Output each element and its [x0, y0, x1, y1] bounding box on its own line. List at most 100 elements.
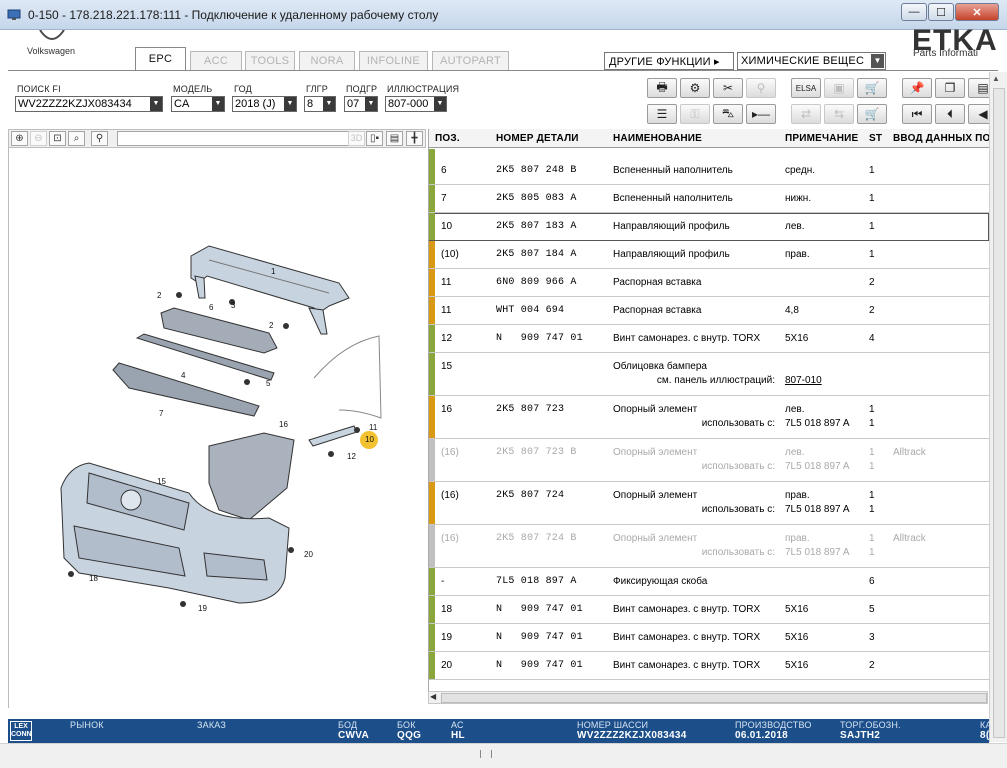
search-field[interactable]: WV2ZZZ2KZJX083434 ▼: [15, 96, 163, 112]
list-button[interactable]: ☰: [647, 104, 677, 124]
col-note[interactable]: ПРИМЕЧАНИЕ: [785, 133, 858, 144]
vehicle-button[interactable]: ⛍: [713, 104, 743, 124]
elsa-button[interactable]: ELSA: [791, 78, 821, 98]
table-row[interactable]: 12 N 909 747 01 Винт самонарез. с внутр. T…: [429, 325, 989, 353]
magnifier-button[interactable]: ⚲: [91, 131, 108, 146]
callout-label[interactable]: 2: [269, 321, 274, 330]
layout-full-button[interactable]: ╋: [406, 131, 423, 146]
callout-label[interactable]: 6: [209, 303, 214, 312]
other-functions-select[interactable]: ХИМИЧЕСКИЕ ВЕЩЕС ▼: [737, 52, 886, 70]
chevron-down-icon[interactable]: ▼: [871, 54, 884, 68]
tab-autopart[interactable]: AUTOPART: [432, 51, 509, 70]
scrollbar-thumb[interactable]: [993, 88, 1005, 738]
table-row[interactable]: 18 N 909 747 01 Винт самонарез. с внутр. T…: [429, 596, 989, 624]
tab-acc[interactable]: ACC: [190, 51, 242, 70]
chevron-down-icon[interactable]: ▼: [323, 97, 335, 111]
table-row[interactable]: 7 2K5 805 083 A Вспененный наполнитель нижн…: [429, 185, 989, 213]
subgroup-select[interactable]: 07 ▼: [344, 96, 378, 112]
col-st[interactable]: ST: [869, 133, 882, 144]
callout-label[interactable]: 18: [89, 574, 98, 583]
col-name[interactable]: НАИМЕНОВАНИЕ: [613, 133, 702, 144]
callout-label[interactable]: 3: [231, 301, 236, 310]
chevron-down-icon[interactable]: ▼: [150, 97, 162, 111]
table-row[interactable]: (16) 2K5 807 724 Опорный элемент прав. 1 испо…: [429, 482, 989, 525]
callout-label[interactable]: 7: [159, 409, 164, 418]
parts-info-button[interactable]: ⚙: [680, 78, 710, 98]
table-row[interactable]: 6 2K5 807 248 B Вспененный наполнитель сред…: [429, 157, 989, 185]
callout-label[interactable]: 10: [365, 435, 374, 444]
row-sub-link[interactable]: 807-010: [785, 375, 822, 386]
previous-page-button[interactable]: ⏴: [935, 104, 965, 124]
table-row[interactable]: 15 Облицовка бампера см. панель иллюстраци…: [429, 353, 989, 396]
cart-button[interactable]: 🛒: [857, 104, 887, 124]
callout-label[interactable]: 5: [266, 379, 271, 388]
window-vertical-scrollbar[interactable]: ▲: [989, 72, 1007, 742]
callout-label[interactable]: 20: [304, 550, 313, 559]
minimize-button[interactable]: —: [901, 3, 927, 21]
table-row[interactable]: (16) 2K5 807 723 B Опорный элемент лев. 1 All…: [429, 439, 989, 482]
table-row[interactable]: (16) 2K5 807 724 B Опорный элемент прав. 1 Al…: [429, 525, 989, 568]
print-button[interactable]: 🖶: [647, 78, 677, 98]
table-row[interactable]: 11 6N0 809 966 A Распорная вставка 2: [429, 269, 989, 297]
zoom-area-button[interactable]: ⌕: [68, 131, 85, 146]
chevron-down-icon[interactable]: ▼: [434, 97, 446, 111]
scroll-grip-icon[interactable]: [480, 750, 492, 758]
window-horizontal-scrollbar[interactable]: [0, 743, 1007, 768]
transfer-button[interactable]: ⇆: [824, 104, 854, 124]
table-row[interactable]: 19 N 909 747 01 Винт самонарез. с внутр. T…: [429, 624, 989, 652]
callout-label[interactable]: 19: [198, 604, 207, 613]
col-input[interactable]: ВВОД ДАННЫХ ПО: [893, 133, 991, 144]
tab-epc[interactable]: EPC: [135, 47, 186, 70]
layout-split-button[interactable]: ▯▪: [366, 131, 383, 146]
table-row[interactable]: 11 WHT 004 694 Распорная вставка 4,8 2: [429, 297, 989, 325]
compare-button[interactable]: ⇄: [791, 104, 821, 124]
zoom-out-button[interactable]: ⊖: [30, 131, 47, 146]
copy-button[interactable]: ❐: [935, 78, 965, 98]
table-row[interactable]: - 7L5 018 897 A Фиксирующая скоба 6: [429, 568, 989, 596]
first-page-button[interactable]: ⏮: [902, 104, 932, 124]
table-horizontal-scrollbar[interactable]: ◀: [428, 691, 988, 704]
chevron-down-icon[interactable]: ▼: [365, 97, 377, 111]
other-functions-label[interactable]: ДРУГИЕ ФУНКЦИИ ▸: [604, 52, 734, 70]
callout-label[interactable]: 15: [157, 477, 166, 486]
illustration-select[interactable]: 807-000 ▼: [385, 96, 447, 112]
close-button[interactable]: ✕: [955, 3, 999, 21]
table-row[interactable]: 10 2K5 807 183 A Направляющий профиль лев. 1: [429, 213, 989, 241]
year-select[interactable]: 2018 (J) ▼: [232, 96, 297, 112]
col-pos[interactable]: ПОЗ.: [435, 133, 460, 144]
callout-label[interactable]: 1: [271, 267, 276, 276]
cart-add-button[interactable]: 🛒: [857, 78, 887, 98]
tab-infoline[interactable]: INFOLINE: [359, 51, 428, 70]
step-button[interactable]: ▸—: [746, 104, 776, 124]
chevron-down-icon[interactable]: ▼: [212, 97, 224, 111]
model-select[interactable]: CA ▼: [171, 96, 225, 112]
parts-illustration[interactable]: 1 2 2 3 4 5 6 7 10 11 12 15 16 18 19 20: [8, 148, 426, 708]
key-button[interactable]: ⚿: [680, 104, 710, 124]
chevron-down-icon[interactable]: ▼: [284, 97, 296, 111]
scroll-left-icon[interactable]: ◀: [430, 692, 436, 701]
callout-label[interactable]: 16: [279, 420, 288, 429]
callout-label[interactable]: 11: [369, 423, 378, 432]
tools-button[interactable]: ✂: [713, 78, 743, 98]
3d-button[interactable]: 3D: [348, 131, 365, 146]
maximize-button[interactable]: ☐: [928, 3, 954, 21]
layout-table-button[interactable]: ▤: [386, 131, 403, 146]
service-button[interactable]: ▣: [824, 78, 854, 98]
zoom-fit-button[interactable]: ⊡: [49, 131, 66, 146]
scrollbar-thumb[interactable]: [441, 693, 987, 703]
table-row[interactable]: 16 2K5 807 723 Опорный элемент лев. 1 использ…: [429, 396, 989, 439]
search-parts-button[interactable]: ⚲: [746, 78, 776, 98]
tab-tools[interactable]: TOOLS: [245, 51, 295, 70]
zoom-in-button[interactable]: ⊕: [11, 131, 28, 146]
table-row[interactable]: 20 N 909 747 01 Винт самонарез. с внутр. T…: [429, 652, 989, 680]
callout-label[interactable]: 2: [157, 291, 162, 300]
group-select[interactable]: 8 ▼: [304, 96, 336, 112]
scroll-up-icon[interactable]: ▲: [992, 74, 1000, 83]
callout-label[interactable]: 4: [181, 371, 186, 380]
tab-nora[interactable]: NORA: [299, 51, 355, 70]
table-row[interactable]: (10) 2K5 807 184 A Направляющий профиль пра…: [429, 241, 989, 269]
callout-label[interactable]: 12: [347, 452, 356, 461]
col-part-number[interactable]: НОМЕР ДЕТАЛИ: [496, 133, 579, 144]
illustration-search-input[interactable]: [117, 131, 353, 146]
pin-button[interactable]: 📌: [902, 78, 932, 98]
